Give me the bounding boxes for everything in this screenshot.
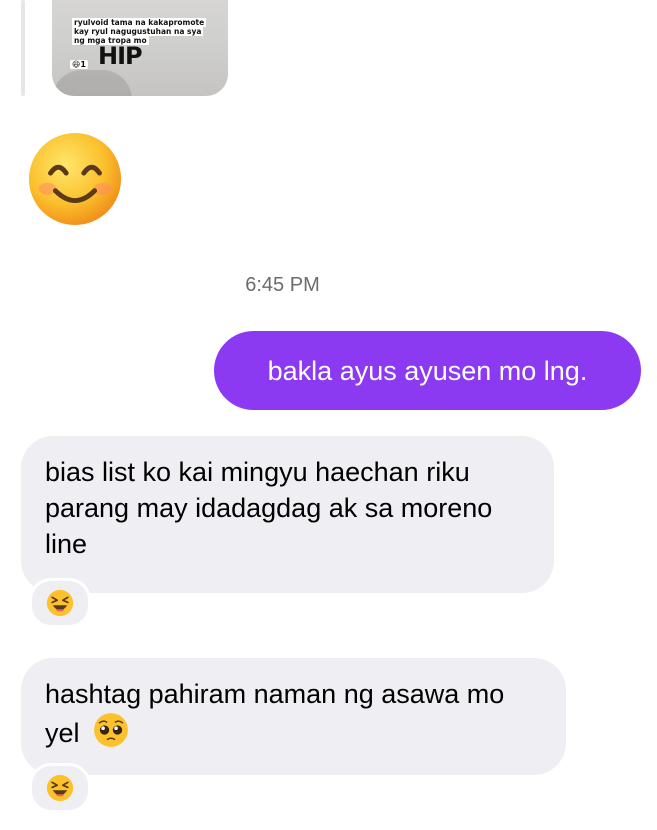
message-text: bias list ko kai mingyu haechan riku par… xyxy=(45,457,493,559)
pleading-face-emoji xyxy=(94,713,128,747)
reply-quote-bar xyxy=(21,0,25,96)
message-reaction[interactable] xyxy=(29,763,91,813)
post-reaction-count: 😆1 xyxy=(70,60,88,69)
post-overlay-text: HIP xyxy=(98,42,143,70)
laughing-emoji xyxy=(46,589,74,617)
message-text: bakla ayus ayusen mo lng. xyxy=(267,355,588,386)
shared-post-preview[interactable]: ryulvoid tama na kakapromote kay ryul na… xyxy=(52,0,228,96)
outgoing-message-bubble[interactable]: bakla ayus ayusen mo lng. xyxy=(214,331,641,410)
incoming-message-bubble[interactable]: hashtag pahiram naman ng asawa mo yel xyxy=(21,658,566,775)
smiling-face-emoji[interactable] xyxy=(26,130,124,228)
message-reaction[interactable] xyxy=(29,578,91,628)
post-caption: ryulvoid tama na kakapromote kay ryul na… xyxy=(72,18,207,45)
post-image-background xyxy=(52,70,132,96)
incoming-message-bubble[interactable]: bias list ko kai mingyu haechan riku par… xyxy=(21,436,554,593)
laughing-emoji xyxy=(46,774,74,802)
message-timestamp: 6:45 PM xyxy=(245,274,320,296)
